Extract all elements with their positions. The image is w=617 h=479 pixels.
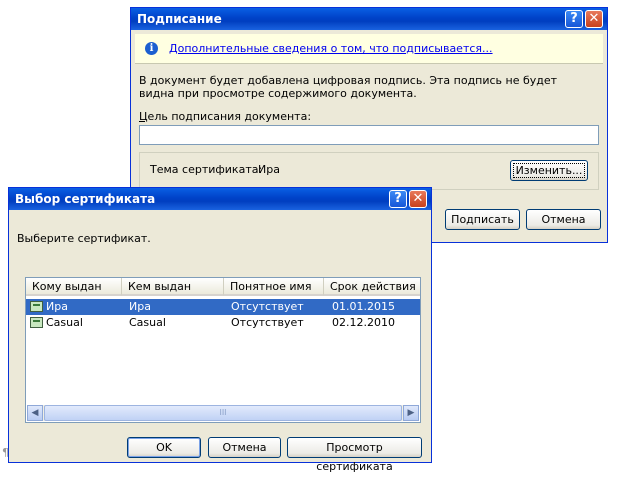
row-issued-to: Casual: [46, 316, 83, 329]
cert-prompt: Выберите сертификат.: [17, 232, 151, 245]
row-friendly-name: Отсутствует: [231, 300, 304, 313]
info-link[interactable]: Дополнительные сведения о том, что подпи…: [169, 42, 493, 55]
close-icon: ✕: [412, 191, 424, 206]
grip-icon: III: [219, 408, 227, 417]
help-button[interactable]: ?: [565, 10, 583, 28]
purpose-input[interactable]: [139, 125, 599, 145]
cert-help-button[interactable]: ?: [389, 190, 407, 208]
cert-subject-label: Тема сертификата:: [150, 163, 263, 176]
sign-dialog-titlebar[interactable]: Подписание: [131, 8, 607, 30]
row-issued-to: Ира: [46, 300, 68, 313]
purpose-label: Цель подписания документа:: [139, 110, 312, 123]
view-certificate-button[interactable]: Просмотр сертификата: [287, 437, 422, 473]
info-icon: i: [145, 42, 158, 55]
scroll-left-icon: ◀: [31, 408, 39, 418]
sign-button[interactable]: Подписать: [445, 209, 520, 230]
certificate-list[interactable]: Кому выдан Кем выдан Понятное имя Срок д…: [25, 277, 421, 423]
close-button[interactable]: ✕: [585, 10, 603, 28]
row-issued-by: Casual: [129, 316, 166, 329]
cert-cancel-button[interactable]: Отмена: [208, 437, 281, 458]
ok-button[interactable]: OK: [127, 437, 201, 458]
help-icon: ?: [394, 191, 402, 206]
cert-close-button[interactable]: ✕: [409, 190, 427, 208]
certificate-group: Тема сертификата: Ира Изменить...: [139, 152, 599, 190]
certificate-icon: [30, 301, 43, 312]
ok-button-label: OK: [156, 441, 172, 454]
sign-cancel-button[interactable]: Отмена: [526, 209, 601, 230]
cert-subject-value: Ира: [258, 163, 280, 176]
certificate-icon: [30, 317, 43, 328]
column-header-friendly-name[interactable]: Понятное имя: [224, 278, 324, 296]
help-icon: ?: [570, 11, 578, 26]
certificate-dialog: Выбор сертификата ? ✕ Выберите сертифика…: [8, 187, 432, 473]
certificate-dialog-title: Выбор сертификата: [15, 192, 156, 206]
row-expiration: 02.12.2010: [332, 316, 395, 329]
change-button-label: Изменить...: [515, 164, 583, 177]
horizontal-scrollbar[interactable]: ◀ III ▶: [27, 405, 419, 421]
column-header-issued-by[interactable]: Кем выдан: [122, 278, 224, 296]
sign-button-label: Подписать: [451, 213, 514, 226]
table-row[interactable]: Casual Casual Отсутствует 02.12.2010: [26, 315, 420, 331]
scroll-thumb[interactable]: III: [44, 405, 402, 421]
sign-description: В документ будет добавлена цифровая подп…: [139, 74, 558, 100]
row-expiration: 01.01.2015: [332, 300, 395, 313]
change-button[interactable]: Изменить...: [510, 160, 588, 181]
table-row[interactable]: Ира Ира Отсутствует 01.01.2015: [26, 299, 420, 315]
close-icon: ✕: [588, 11, 600, 26]
column-header-expiration[interactable]: Срок действия: [324, 278, 420, 296]
row-friendly-name: Отсутствует: [231, 316, 304, 329]
sign-cancel-button-label: Отмена: [541, 213, 586, 226]
row-issued-by: Ира: [129, 300, 151, 313]
certificate-dialog-titlebar[interactable]: Выбор сертификата: [9, 188, 431, 210]
scroll-left-button[interactable]: ◀: [27, 405, 43, 421]
info-bar: i Дополнительные сведения о том, что под…: [135, 34, 603, 64]
sign-dialog-title: Подписание: [137, 12, 222, 26]
view-certificate-button-label: Просмотр сертификата: [316, 441, 393, 473]
scroll-right-button[interactable]: ▶: [403, 405, 419, 421]
cert-cancel-button-label: Отмена: [222, 441, 267, 454]
column-header-issued-to[interactable]: Кому выдан: [26, 278, 122, 296]
scroll-right-icon: ▶: [407, 408, 415, 418]
